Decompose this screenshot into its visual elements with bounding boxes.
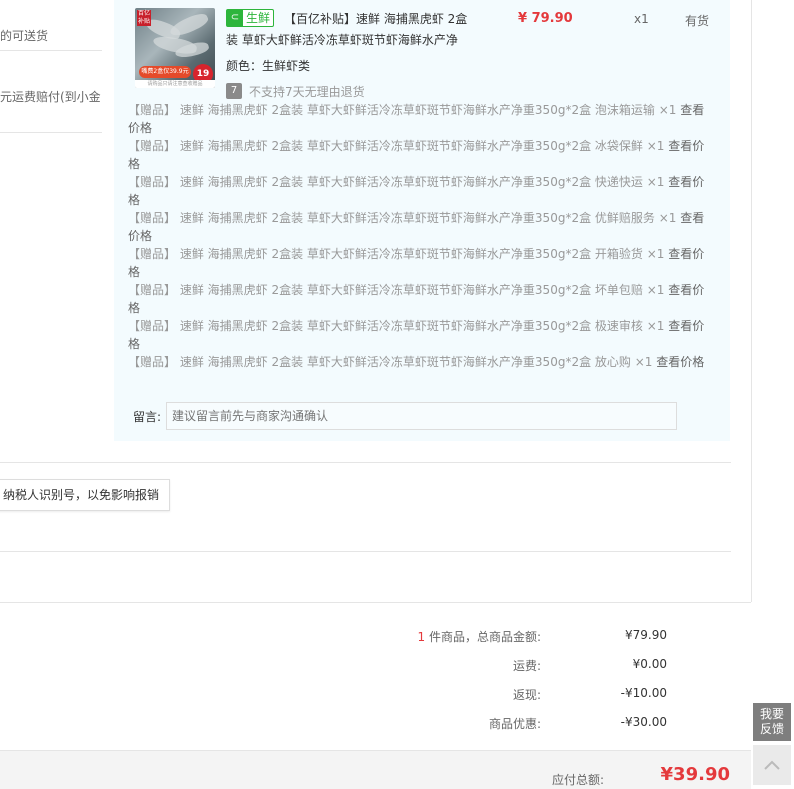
divider [0,50,102,51]
fresh-tag-label: 生鲜 [246,11,271,25]
brand-logo: 百亿补贴 [137,10,151,26]
product-price: ¥ 79.90 [518,11,573,26]
ticket-icon: ⊂ [227,10,243,26]
message-label: 留言: [133,410,162,424]
gift-qty: ×1 [646,283,665,297]
gift-item: 【赠品】 速鲜 海捕黑虎虾 2盒装 草虾大虾鲜活冷冻草虾斑节虾海鲜水产净重350… [128,101,708,137]
divider [0,602,751,603]
gift-item: 【赠品】 速鲜 海捕黑虎虾 2盒装 草虾大虾鲜活冷冻草虾斑节虾海鲜水产净重350… [128,317,708,353]
gift-qty: ×1 [646,175,665,189]
fresh-tag: ⊂ 生鲜 [226,9,275,27]
product-quantity: x1 [634,12,649,26]
gift-qty: ×1 [646,247,665,261]
gift-tag: 【赠品】 [128,175,177,189]
gift-name: 速鲜 海捕黑虎虾 2盒装 草虾大虾鲜活冷冻草虾斑节虾海鲜水产净重350g*2盒 … [179,283,643,297]
total-bar [0,750,751,789]
gift-name: 速鲜 海捕黑虎虾 2盒装 草虾大虾鲜活冷冻草虾斑节虾海鲜水产净重350g*2盒 … [179,175,643,189]
gift-name: 速鲜 海捕黑虎虾 2盒装 草虾大虾鲜活冷冻草虾斑节虾海鲜水产净重350g*2盒 … [179,103,655,117]
return-policy-text: 不支持7天无理由退货 [249,85,365,99]
container-border [751,0,752,602]
item-count-suffix: 件商品，总商品金额: [425,630,541,644]
attr-value: 生鲜虾类 [262,59,311,73]
goods-total-value: ¥79.90 [625,628,667,642]
invoice-tooltip: 纳税人识别号，以免影响报销 [0,479,171,511]
payable-label: 应付总额: [551,773,604,787]
image-footnote: 请购品只请注意查收赠品 [135,80,215,88]
gift-item: 【赠品】 速鲜 海捕黑虎虾 2盒装 草虾大虾鲜活冷冻草虾斑节虾海鲜水产净重350… [128,245,708,281]
return-policy-icon: 7 [226,83,242,99]
divider [0,551,731,552]
goods-total-label: 1 件商品，总商品金额: [418,628,542,645]
gift-tag: 【赠品】 [128,211,177,225]
item-count: 1 [417,630,426,644]
stock-status: 有货 [685,14,710,28]
shipping-compensation-note: 元运费赔付(到小金 [0,90,101,104]
gift-name: 速鲜 海捕黑虎虾 2盒装 草虾大虾鲜活冷冻草虾斑节虾海鲜水产净重350g*2盒 … [179,211,655,225]
gift-name: 速鲜 海捕黑虎虾 2盒装 草虾大虾鲜活冷冻草虾斑节虾海鲜水产净重350g*2盒 … [179,319,643,333]
gift-qty: ×1 [646,139,665,153]
gift-qty: ×1 [658,103,677,117]
message-input[interactable] [166,402,677,430]
cashback-value: -¥10.00 [620,686,667,700]
promo-banner: 嘴费2盒仅39.9元 [139,66,191,78]
gift-tag: 【赠品】 [128,103,177,117]
shipping-label: 运费: [512,659,541,673]
delivery-note: 的可送货 [0,29,49,43]
discount-value: -¥30.00 [620,715,667,729]
chevron-up-icon [764,760,780,770]
gift-view-price-link[interactable]: 查看价格 [656,355,704,369]
gift-item: 【赠品】 速鲜 海捕黑虎虾 2盒装 草虾大虾鲜活冷冻草虾斑节虾海鲜水产净重350… [128,137,708,173]
gift-tag: 【赠品】 [128,247,177,261]
gift-item: 【赠品】 速鲜 海捕黑虎虾 2盒装 草虾大虾鲜活冷冻草虾斑节虾海鲜水产净重350… [128,281,708,317]
shipping-value: ¥0.00 [632,657,667,671]
gift-name: 速鲜 海捕黑虎虾 2盒装 草虾大虾鲜活冷冻草虾斑节虾海鲜水产净重350g*2盒 … [179,355,631,369]
gift-tag: 【赠品】 [128,139,177,153]
back-to-top-button[interactable] [753,745,791,785]
gift-qty: ×1 [658,211,677,225]
gift-item: 【赠品】 速鲜 海捕黑虎虾 2盒装 草虾大虾鲜活冷冻草虾斑节虾海鲜水产净重350… [128,353,708,371]
attr-label: 颜色： [226,59,263,73]
discount-label: 商品优惠: [488,717,541,731]
payable-value: ¥39.90 [660,764,730,785]
gift-tag: 【赠品】 [128,283,177,297]
gift-name: 速鲜 海捕黑虎虾 2盒装 草虾大虾鲜活冷冻草虾斑节虾海鲜水产净重350g*2盒 … [179,247,643,261]
divider [0,132,102,133]
cashback-label: 返现: [512,688,541,702]
gift-qty: ×1 [646,319,665,333]
gift-item: 【赠品】 速鲜 海捕黑虎虾 2盒装 草虾大虾鲜活冷冻草虾斑节虾海鲜水产净重350… [128,209,708,245]
divider [0,462,731,463]
gift-tag: 【赠品】 [128,355,177,369]
feedback-button[interactable]: 我要 反馈 [753,703,791,741]
gift-name: 速鲜 海捕黑虎虾 2盒装 草虾大虾鲜活冷冻草虾斑节虾海鲜水产净重350g*2盒 … [179,139,643,153]
gift-item: 【赠品】 速鲜 海捕黑虎虾 2盒装 草虾大虾鲜活冷冻草虾斑节虾海鲜水产净重350… [128,173,708,209]
gift-tag: 【赠品】 [128,319,177,333]
product-image[interactable]: 百亿补贴 嘴费2盒仅39.9元 19 请购品只请注意查收赠品 [135,8,215,88]
gift-qty: ×1 [634,355,653,369]
